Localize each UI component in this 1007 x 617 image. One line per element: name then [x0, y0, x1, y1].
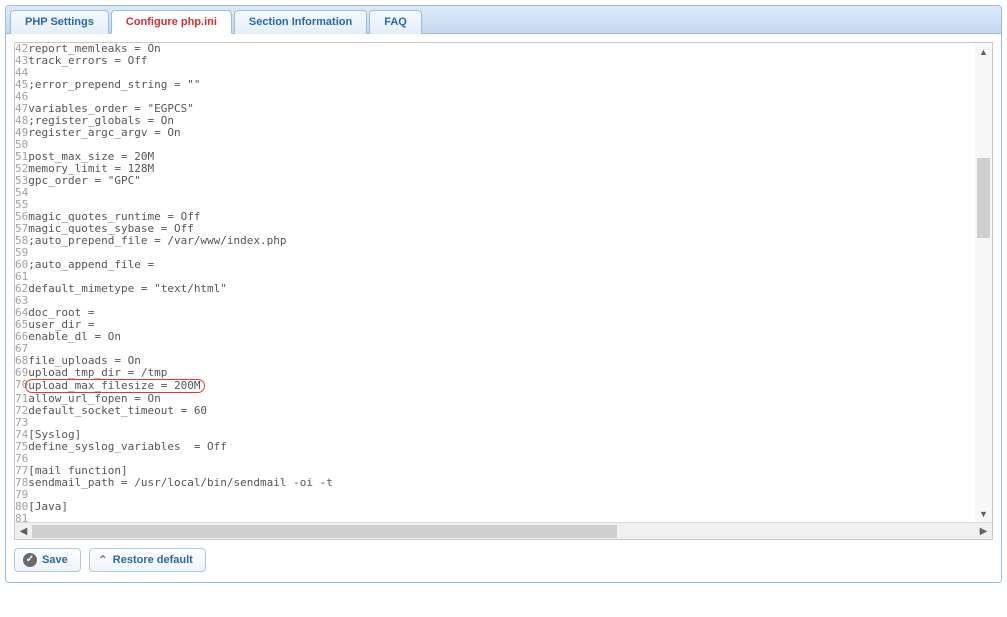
- code-line[interactable]: [28, 247, 992, 259]
- scroll-thumb-horizontal[interactable]: [32, 525, 617, 538]
- check-icon: ✓: [23, 553, 37, 567]
- code-table: 42report_memleaks = On43track_errors = O…: [15, 43, 992, 522]
- save-button-label: Save: [42, 554, 68, 566]
- tab-php-settings[interactable]: PHP Settings: [10, 10, 109, 34]
- code-line[interactable]: [28, 513, 992, 522]
- code-line[interactable]: default_mimetype = "text/html": [28, 283, 992, 295]
- code-line[interactable]: track_errors = Off: [28, 55, 992, 67]
- restore-button-label: Restore default: [113, 554, 193, 566]
- code-line[interactable]: [28, 453, 992, 465]
- code-line[interactable]: upload_max_filesize = 200M: [28, 379, 992, 393]
- scroll-right-icon[interactable]: ▶: [975, 523, 992, 540]
- restore-icon: ⌃: [98, 554, 108, 566]
- tab-bar: PHP SettingsConfigure php.iniSection Inf…: [6, 6, 1001, 34]
- code-line[interactable]: [28, 295, 992, 307]
- code-line[interactable]: [28, 139, 992, 151]
- code-line[interactable]: report_memleaks = On: [28, 43, 992, 55]
- tab-content: 42report_memleaks = On43track_errors = O…: [6, 34, 1001, 582]
- code-line[interactable]: upload_tmp_dir = /tmp: [28, 367, 992, 379]
- scroll-thumb-vertical[interactable]: [977, 158, 990, 238]
- code-line[interactable]: file_uploads = On: [28, 355, 992, 367]
- code-line[interactable]: [28, 187, 992, 199]
- tab-configure-php-ini[interactable]: Configure php.ini: [111, 10, 232, 34]
- editor-scroll[interactable]: 42report_memleaks = On43track_errors = O…: [15, 43, 992, 522]
- scroll-up-icon[interactable]: ▲: [975, 43, 992, 60]
- save-button[interactable]: ✓ Save: [14, 548, 81, 572]
- code-line[interactable]: default_socket_timeout = 60: [28, 405, 992, 417]
- scroll-down-icon[interactable]: ▼: [975, 505, 992, 522]
- code-line[interactable]: ;auto_prepend_file = /var/www/index.php: [28, 235, 992, 247]
- code-line[interactable]: user_dir =: [28, 319, 992, 331]
- line-number: 81: [15, 513, 28, 522]
- code-line[interactable]: [28, 417, 992, 429]
- tab-faq[interactable]: FAQ: [369, 10, 422, 34]
- code-line[interactable]: enable_dl = On: [28, 331, 992, 343]
- horizontal-scrollbar[interactable]: ◀ ▶: [15, 522, 992, 539]
- code-line[interactable]: post_max_size = 20M: [28, 151, 992, 163]
- code-line[interactable]: ;error_prepend_string = "": [28, 79, 992, 91]
- code-line[interactable]: doc_root =: [28, 307, 992, 319]
- code-line[interactable]: [28, 489, 992, 501]
- scroll-left-icon[interactable]: ◀: [15, 523, 32, 540]
- code-line[interactable]: sendmail_path = /usr/local/bin/sendmail …: [28, 477, 992, 489]
- highlighted-setting: upload_max_filesize = 200M: [25, 379, 205, 393]
- button-bar: ✓ Save ⌃ Restore default: [14, 540, 993, 574]
- tab-section-information[interactable]: Section Information: [234, 10, 367, 34]
- settings-panel: PHP SettingsConfigure php.iniSection Inf…: [5, 5, 1002, 583]
- vertical-scrollbar[interactable]: ▲ ▼: [975, 43, 992, 522]
- code-line[interactable]: memory_limit = 128M: [28, 163, 992, 175]
- code-line[interactable]: gpc_order = "GPC": [28, 175, 992, 187]
- restore-default-button[interactable]: ⌃ Restore default: [89, 548, 206, 572]
- code-line[interactable]: define_syslog_variables = Off: [28, 441, 992, 453]
- code-line[interactable]: ;auto_append_file =: [28, 259, 992, 271]
- code-line[interactable]: register_argc_argv = On: [28, 127, 992, 139]
- code-line[interactable]: [28, 343, 992, 355]
- code-line[interactable]: [Java]: [28, 501, 992, 513]
- code-editor[interactable]: 42report_memleaks = On43track_errors = O…: [14, 42, 993, 540]
